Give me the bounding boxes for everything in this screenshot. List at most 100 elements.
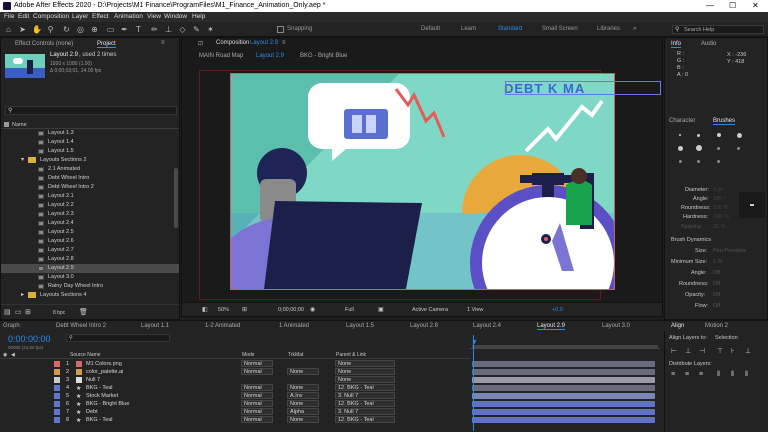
- distribute-v-center-icon[interactable]: ≡: [685, 371, 689, 378]
- view-layout-dropdown[interactable]: 1 View: [467, 307, 483, 313]
- menu-animation[interactable]: Animation: [114, 13, 143, 20]
- tab-graph[interactable]: Graph: [3, 323, 20, 329]
- project-search-input[interactable]: ⚲: [5, 106, 177, 115]
- layer-duration-bar[interactable]: [472, 409, 655, 415]
- tab-audio[interactable]: Audio: [701, 41, 716, 47]
- layer-duration-bar[interactable]: [472, 401, 655, 407]
- eraser-tool-icon[interactable]: ◇: [178, 25, 187, 34]
- disclosure-triangle-icon[interactable]: ▸: [21, 291, 24, 298]
- current-time-indicator[interactable]: [473, 335, 474, 431]
- search-help-field[interactable]: ⚲ Search Help: [672, 25, 764, 34]
- camera-dropdown[interactable]: Active Camera: [412, 307, 448, 313]
- menu-help[interactable]: Help: [192, 13, 205, 20]
- comp-header-label[interactable]: Composition: [216, 40, 249, 46]
- brush-val-diameter[interactable]: 9 px: [713, 187, 723, 193]
- align-v-center-icon[interactable]: ⊦: [731, 347, 735, 355]
- layer-label-color[interactable]: [54, 409, 60, 415]
- layer-label-color[interactable]: [54, 401, 60, 407]
- menu-edit[interactable]: Edit: [18, 13, 29, 20]
- grid-icon[interactable]: ⊞: [242, 306, 247, 313]
- panel-menu-icon[interactable]: ≡: [161, 40, 165, 46]
- camera-tool-icon[interactable]: ◎: [76, 25, 85, 34]
- brush-val-hardness[interactable]: 100 %: [713, 214, 729, 220]
- workspace-learn[interactable]: Learn: [461, 26, 476, 32]
- menu-window[interactable]: Window: [164, 13, 187, 20]
- work-area-bar[interactable]: [472, 345, 658, 348]
- clone-tool-icon[interactable]: ⊥: [164, 25, 173, 34]
- list-item-selected[interactable]: Layout 2.9: [1, 264, 179, 273]
- list-item[interactable]: Layout 2.6: [1, 237, 179, 246]
- workspace-default[interactable]: Default: [421, 26, 440, 32]
- hand-tool-icon[interactable]: ✋: [32, 25, 42, 34]
- comp-panel-menu-icon[interactable]: ≡: [282, 40, 286, 46]
- always-preview-icon[interactable]: ◧: [202, 306, 208, 313]
- brush-tool-icon[interactable]: ✏: [150, 25, 159, 34]
- exposure-value[interactable]: +0.0: [552, 307, 563, 313]
- menu-composition[interactable]: Composition: [33, 13, 69, 20]
- dyn-val-min-size[interactable]: 1 %: [713, 259, 722, 265]
- maximize-icon[interactable]: ☐: [729, 1, 736, 10]
- close-icon[interactable]: ✕: [752, 1, 759, 10]
- layer-duration-bar[interactable]: [472, 385, 655, 391]
- region-of-interest-icon[interactable]: ▣: [378, 306, 384, 313]
- list-item[interactable]: Layout 2.1: [1, 192, 179, 201]
- dyn-val-angle[interactable]: Off: [713, 270, 720, 276]
- layer-label-color[interactable]: [54, 393, 60, 399]
- list-item[interactable]: Layout 2.5: [1, 228, 179, 237]
- layer-label-color[interactable]: [54, 377, 60, 383]
- layer-label-color[interactable]: [54, 361, 60, 367]
- tab-align[interactable]: Align: [671, 323, 684, 329]
- menu-layer[interactable]: Layer: [72, 13, 88, 20]
- list-item[interactable]: Layout 1.4: [1, 138, 179, 147]
- list-item[interactable]: Rainy Day Wheel Intro: [1, 282, 179, 291]
- list-item[interactable]: Layout 1.3: [1, 129, 179, 138]
- snapping-checkbox[interactable]: [277, 26, 284, 33]
- rotate-tool-icon[interactable]: ↻: [62, 25, 71, 34]
- list-item[interactable]: Debt Wheel Intro: [1, 174, 179, 183]
- distribute-left-icon[interactable]: ⦀: [717, 371, 720, 379]
- brush-val-spacing[interactable]: 25 %: [713, 224, 726, 230]
- table-row[interactable]: 7 ★ Debt Normal Alpha 3. Null 7: [0, 408, 470, 416]
- list-item[interactable]: Layout 2.4: [1, 219, 179, 228]
- layer-duration-bar[interactable]: [472, 361, 655, 367]
- table-row[interactable]: 5 ★ Stock Market Normal A.Inv 3. Null 7: [0, 392, 470, 400]
- list-item[interactable]: Layout 3.0: [1, 273, 179, 282]
- brush-tip-grid[interactable]: [677, 132, 757, 178]
- layer-duration-bar[interactable]: [472, 417, 655, 423]
- table-row[interactable]: 1 M1 Colors.png Normal None: [0, 360, 470, 368]
- minimize-icon[interactable]: —: [706, 1, 714, 10]
- resolution-dropdown[interactable]: Full: [345, 307, 354, 313]
- table-row[interactable]: 4 ★ BKG - Teal Normal None 12. BKG - Tea…: [0, 384, 470, 392]
- dyn-val-flow[interactable]: Off: [713, 303, 720, 309]
- layer-label-color[interactable]: [54, 385, 60, 391]
- tab-motion-2[interactable]: Motion 2: [705, 323, 728, 329]
- tab-layout-2-9[interactable]: Layout 2.9: [537, 323, 566, 330]
- distribute-right-icon[interactable]: ⦀: [745, 371, 748, 379]
- new-folder-icon[interactable]: ▭: [15, 308, 22, 316]
- project-scrollbar[interactable]: [174, 168, 178, 228]
- tab-character[interactable]: Character: [669, 118, 695, 124]
- timecode-display[interactable]: 0;00;00;00: [278, 307, 304, 313]
- breadcrumb-bkg-bright-blue[interactable]: BKG - Bright Blue: [300, 53, 347, 59]
- menu-effect[interactable]: Effect: [92, 13, 109, 20]
- zoom-tool-icon[interactable]: ⚲: [46, 25, 55, 34]
- tab-layout-2-8[interactable]: Layout 2.8: [410, 323, 438, 329]
- brush-val-angle[interactable]: 180 °: [713, 196, 726, 202]
- brush-val-roundness[interactable]: 100 %: [713, 205, 729, 211]
- selection-tool-icon[interactable]: ➤: [18, 25, 27, 34]
- tab-layout-1-1[interactable]: Layout 1.1: [141, 323, 169, 329]
- source-name-header[interactable]: Source Name: [70, 352, 101, 358]
- layer-duration-bar[interactable]: [472, 393, 655, 399]
- list-item[interactable]: Layout 1.5: [1, 147, 179, 156]
- layer-label-color[interactable]: [54, 417, 60, 423]
- time-ruler[interactable]: ▼: [470, 333, 660, 349]
- breadcrumb-main-road-map[interactable]: MAIN Road Map: [199, 53, 243, 59]
- comp-viewer-canvas[interactable]: DEBT K MA: [230, 73, 614, 289]
- dyn-val-opacity[interactable]: Off: [713, 292, 720, 298]
- bit-depth-label[interactable]: 8 bpc: [53, 310, 65, 316]
- dyn-val-size[interactable]: Pen Pressure: [713, 248, 746, 254]
- table-row[interactable]: 8 ★ BKG - Teal Normal None 12. BKG - Tea…: [0, 416, 470, 424]
- dyn-val-roundness[interactable]: Off: [713, 281, 720, 287]
- pen-tool-icon[interactable]: ✒: [120, 25, 129, 34]
- list-item[interactable]: Layout 2.2: [1, 201, 179, 210]
